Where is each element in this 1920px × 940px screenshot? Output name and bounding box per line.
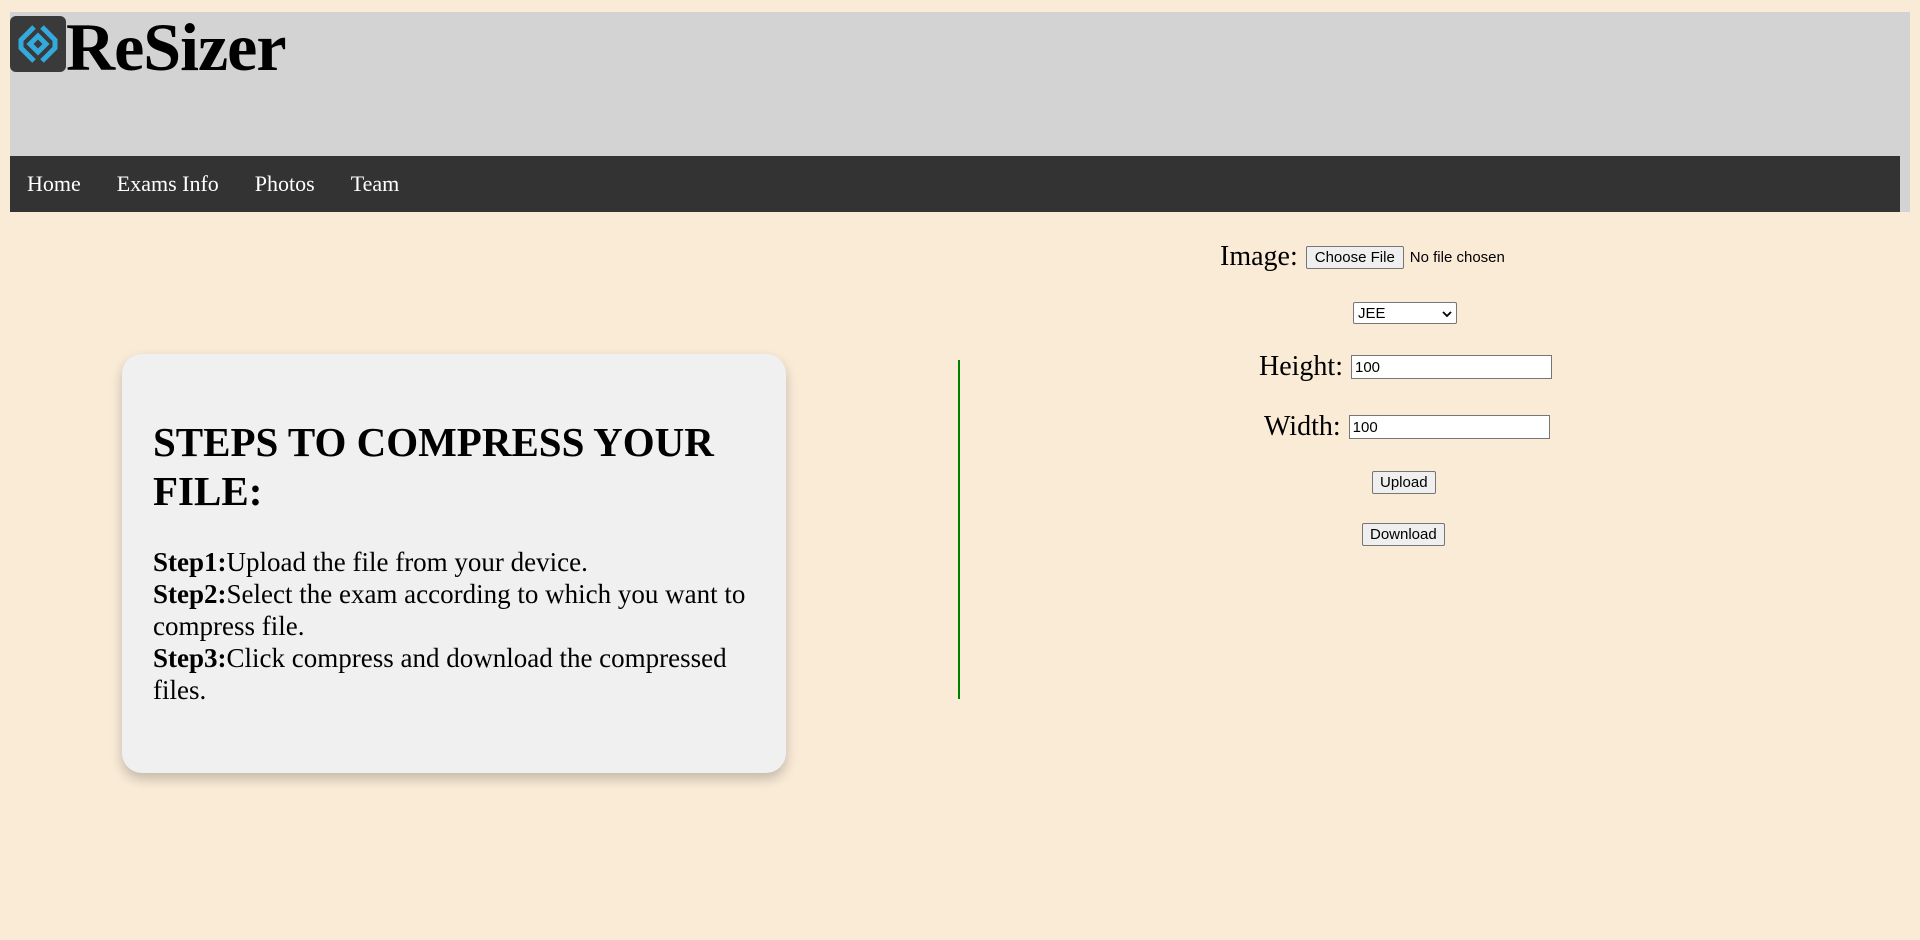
step-text: Select the exam according to which you w… [153, 579, 746, 641]
upload-row: Upload [1372, 471, 1436, 494]
brand-name: ReSizer [66, 9, 287, 85]
nav-item-exams-info[interactable]: Exams Info [99, 156, 237, 212]
step-text: Upload the file from your device. [226, 547, 588, 577]
height-label: Height: [1259, 351, 1343, 382]
download-row: Download [1362, 523, 1445, 546]
header [10, 12, 1910, 156]
nav-item-photos[interactable]: Photos [237, 156, 333, 212]
step-label: Step1: [153, 547, 227, 577]
nav-item-team[interactable]: Team [333, 156, 418, 212]
height-input[interactable]: 100 [1351, 355, 1552, 379]
brand[interactable]: ReSizer [10, 9, 287, 85]
image-row: Image: Choose File No file chosen [1220, 241, 1505, 273]
step-item: Step3:Click compress and download the co… [153, 642, 756, 706]
top-nav: Home Exams Info Photos Team [10, 156, 1900, 212]
step-item: Step1:Upload the file from your device. [153, 546, 756, 578]
height-row: Height: 100 [1259, 351, 1552, 383]
steps-title: STEPS TO COMPRESS YOUR FILE: [153, 419, 714, 514]
step-text: Click compress and download the compress… [153, 643, 727, 705]
steps-card: STEPS TO COMPRESS YOUR FILE: Step1:Uploa… [122, 354, 786, 773]
width-row: Width: 100 [1264, 411, 1550, 443]
exam-select[interactable]: JEE [1353, 302, 1457, 324]
nav-item-home[interactable]: Home [10, 156, 99, 212]
vertical-divider [958, 360, 960, 699]
upload-button[interactable]: Upload [1372, 471, 1436, 494]
header-edge [1900, 156, 1910, 212]
step-item: Step2:Select the exam according to which… [153, 578, 756, 642]
download-button[interactable]: Download [1362, 523, 1445, 546]
step-label: Step2: [153, 579, 227, 609]
chevron-down-icon [1442, 305, 1452, 322]
steps-list: Step1:Upload the file from your device. … [153, 546, 756, 706]
resizer-logo-icon [10, 16, 66, 72]
file-status: No file chosen [1409, 248, 1505, 266]
exam-row: JEE [1353, 302, 1457, 324]
page: ReSizer Home Exams Info Photos Team STEP… [0, 0, 1920, 940]
exam-select-value: JEE [1358, 304, 1386, 322]
width-input[interactable]: 100 [1348, 415, 1550, 439]
step-label: Step3: [153, 643, 227, 673]
image-label: Image: [1220, 241, 1298, 272]
width-label: Width: [1264, 411, 1341, 442]
choose-file-button[interactable]: Choose File [1305, 245, 1404, 269]
